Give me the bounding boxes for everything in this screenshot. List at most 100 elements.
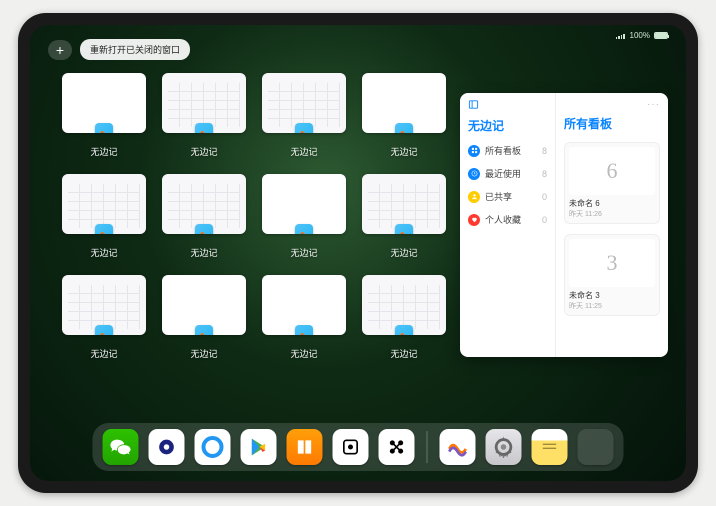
clock-icon bbox=[468, 168, 480, 180]
person-icon bbox=[468, 191, 480, 203]
sidebar-toggle-icon[interactable] bbox=[468, 99, 479, 113]
app-window-card[interactable]: 无边记 bbox=[62, 174, 146, 259]
window-thumbnail bbox=[162, 73, 246, 133]
app-window-card[interactable]: 无边记 bbox=[362, 174, 446, 259]
window-thumbnail bbox=[62, 275, 146, 335]
app-window-card[interactable]: 无边记 bbox=[362, 73, 446, 158]
board-subtitle: 昨天 11:26 bbox=[569, 209, 655, 219]
freeform-app-icon bbox=[95, 224, 113, 234]
app-window-card[interactable]: 无边记 bbox=[262, 275, 346, 360]
window-label: 无边记 bbox=[390, 246, 417, 259]
dock-dice-icon[interactable] bbox=[333, 429, 369, 465]
freeform-sidebar-panel[interactable]: 无边记 所有看板8最近使用8已共享0个人收藏0 ··· 所有看板 6未命名 6昨… bbox=[460, 93, 668, 357]
window-thumbnail bbox=[262, 174, 346, 234]
screen: 100% + 重新打开已关闭的窗口 无边记无边记无边记无边记无边记无边记无边记无… bbox=[30, 25, 686, 481]
freeform-app-icon bbox=[295, 123, 313, 133]
app-window-card[interactable]: 无边记 bbox=[62, 73, 146, 158]
sidebar-item-label: 个人收藏 bbox=[485, 213, 521, 226]
board-card[interactable]: 3 未命名 3昨天 11:25 bbox=[564, 234, 660, 316]
dock-obs-icon[interactable] bbox=[379, 429, 415, 465]
board-sketch: 6 bbox=[569, 147, 655, 195]
app-windows-grid: 无边记无边记无边记无边记无边记无边记无边记无边记无边记无边记无边记无边记 bbox=[62, 73, 446, 360]
ipad-device: 100% + 重新打开已关闭的窗口 无边记无边记无边记无边记无边记无边记无边记无… bbox=[18, 13, 698, 493]
window-label: 无边记 bbox=[290, 246, 317, 259]
dock-quark-icon[interactable] bbox=[149, 429, 185, 465]
sidebar-item-count: 0 bbox=[542, 192, 547, 202]
freeform-app-icon bbox=[395, 325, 413, 335]
window-thumbnail bbox=[262, 275, 346, 335]
dock-play-icon[interactable] bbox=[241, 429, 277, 465]
sidebar-item-label: 所有看板 bbox=[485, 144, 521, 157]
freeform-app-icon bbox=[295, 224, 313, 234]
sidebar-item-heart[interactable]: 个人收藏 0 bbox=[468, 213, 547, 226]
freeform-app-icon bbox=[195, 325, 213, 335]
app-window-card[interactable]: 无边记 bbox=[262, 73, 346, 158]
sidebar-item-clock[interactable]: 最近使用 8 bbox=[468, 167, 547, 180]
freeform-app-icon bbox=[395, 224, 413, 234]
app-window-card[interactable]: 无边记 bbox=[362, 275, 446, 360]
battery-icon bbox=[654, 32, 668, 39]
app-window-card[interactable]: 无边记 bbox=[162, 174, 246, 259]
window-thumbnail bbox=[162, 275, 246, 335]
heart-icon bbox=[468, 214, 480, 226]
window-label: 无边记 bbox=[290, 145, 317, 158]
sidebar-title: 无边记 bbox=[468, 117, 547, 134]
sidebar-item-count: 0 bbox=[542, 215, 547, 225]
grid-icon bbox=[468, 145, 480, 157]
dock-notes-icon[interactable] bbox=[532, 429, 568, 465]
freeform-app-icon bbox=[195, 123, 213, 133]
sidebar-item-count: 8 bbox=[542, 169, 547, 179]
board-sketch: 3 bbox=[569, 239, 655, 287]
window-label: 无边记 bbox=[190, 145, 217, 158]
reopen-closed-window-button[interactable]: 重新打开已关闭的窗口 bbox=[80, 39, 190, 60]
window-thumbnail bbox=[62, 73, 146, 133]
window-label: 无边记 bbox=[190, 246, 217, 259]
app-window-card[interactable]: 无边记 bbox=[62, 275, 146, 360]
battery-percent: 100% bbox=[630, 31, 650, 40]
app-window-card[interactable]: 无边记 bbox=[262, 174, 346, 259]
status-bar: 100% bbox=[616, 31, 668, 40]
window-label: 无边记 bbox=[390, 347, 417, 360]
window-label: 无边记 bbox=[90, 246, 117, 259]
window-thumbnail bbox=[362, 73, 446, 133]
app-window-card[interactable]: 无边记 bbox=[162, 73, 246, 158]
more-button[interactable]: ··· bbox=[647, 99, 660, 110]
boards-pane: ··· 所有看板 6 未命名 6昨天 11:26 3 未命名 3昨天 11:25 bbox=[556, 93, 668, 357]
freeform-app-icon bbox=[195, 224, 213, 234]
board-card[interactable]: 6 未命名 6昨天 11:26 bbox=[564, 142, 660, 224]
dock-freeform-icon[interactable] bbox=[440, 429, 476, 465]
sidebar-item-label: 最近使用 bbox=[485, 167, 521, 180]
freeform-app-icon bbox=[95, 123, 113, 133]
dock-qqbrowser-icon[interactable] bbox=[195, 429, 231, 465]
board-title: 未命名 3 bbox=[569, 290, 655, 301]
freeform-app-icon bbox=[395, 123, 413, 133]
window-label: 无边记 bbox=[290, 347, 317, 360]
app-window-card[interactable]: 无边记 bbox=[162, 275, 246, 360]
sidebar-item-count: 8 bbox=[542, 146, 547, 156]
window-label: 无边记 bbox=[90, 347, 117, 360]
board-subtitle: 昨天 11:25 bbox=[569, 301, 655, 311]
window-label: 无边记 bbox=[390, 145, 417, 158]
window-thumbnail bbox=[62, 174, 146, 234]
window-label: 无边记 bbox=[190, 347, 217, 360]
window-label: 无边记 bbox=[90, 145, 117, 158]
window-thumbnail bbox=[362, 174, 446, 234]
freeform-app-icon bbox=[95, 325, 113, 335]
sidebar-item-person[interactable]: 已共享 0 bbox=[468, 190, 547, 203]
dock-books-icon[interactable] bbox=[287, 429, 323, 465]
window-thumbnail bbox=[162, 174, 246, 234]
window-thumbnail bbox=[362, 275, 446, 335]
dock bbox=[93, 423, 624, 471]
dock-wechat-icon[interactable] bbox=[103, 429, 139, 465]
freeform-app-icon bbox=[295, 325, 313, 335]
top-bar: + 重新打开已关闭的窗口 bbox=[48, 39, 190, 60]
add-window-button[interactable]: + bbox=[48, 40, 72, 60]
boards-title: 所有看板 bbox=[564, 115, 660, 132]
sidebar-categories: 无边记 所有看板 8 最近使用 8 已共享 0 个人收藏 0 bbox=[460, 93, 556, 357]
dock-settings-icon[interactable] bbox=[486, 429, 522, 465]
sidebar-item-label: 已共享 bbox=[485, 190, 512, 203]
sidebar-item-grid[interactable]: 所有看板 8 bbox=[468, 144, 547, 157]
dock-app-library-icon[interactable] bbox=[578, 429, 614, 465]
board-title: 未命名 6 bbox=[569, 198, 655, 209]
dock-separator bbox=[427, 431, 428, 463]
